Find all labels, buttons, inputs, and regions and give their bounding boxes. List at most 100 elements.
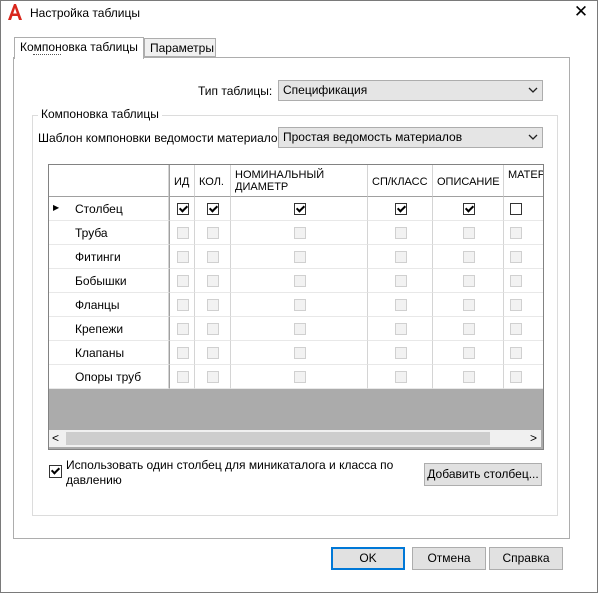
layout-grid[interactable]: ИД КОЛ. НОМИНАЛЬНЫЙ ДИАМЕТР СП/КЛАСС ОПИСАНИ… [48,164,544,450]
cell-checkbox [395,323,407,335]
close-icon[interactable]: ✕ [570,1,592,23]
cell-checkbox [463,323,475,335]
row-header[interactable]: Опоры труб [49,365,169,389]
row-header[interactable]: Труба [49,221,169,245]
row-header[interactable]: Фитинги [49,245,169,269]
grid-cell [231,245,368,269]
row-header[interactable]: Бобышки [49,269,169,293]
cell-checkbox [510,251,522,263]
grid-cell [169,317,195,341]
cell-checkbox [177,275,189,287]
grid-cell [504,341,543,365]
row-header[interactable]: Столбец [49,197,169,221]
cell-checkbox[interactable] [177,203,189,215]
cell-checkbox [510,347,522,359]
grid-cell [231,293,368,317]
grid-cell [433,221,504,245]
cell-checkbox [177,299,189,311]
single-column-label: Использовать один столбец для миникатало… [66,458,393,488]
cell-checkbox [395,299,407,311]
cell-checkbox [510,227,522,239]
cell-checkbox[interactable] [463,203,475,215]
row-header[interactable]: Фланцы [49,293,169,317]
cell-checkbox [463,347,475,359]
grid-cell [504,293,543,317]
grid-cell [231,269,368,293]
cell-checkbox [177,323,189,335]
cell-checkbox [294,251,306,263]
scroll-left-icon[interactable]: < [52,431,59,445]
cell-checkbox [207,299,219,311]
cell-checkbox [207,227,219,239]
cell-checkbox [395,251,407,263]
column-header[interactable]: ИД [169,165,195,197]
grid-cell [368,197,433,221]
cell-checkbox [207,371,219,383]
grid-cell [231,365,368,389]
tab-parameters[interactable]: Параметры [144,38,216,57]
grid-cell [433,341,504,365]
cell-checkbox [177,347,189,359]
help-button[interactable]: Справка [489,547,563,570]
grid-cell [169,341,195,365]
scrollbar-thumb[interactable] [66,432,490,445]
grid-cell [231,341,368,365]
column-header[interactable]: КОЛ. [195,165,231,197]
grid-cell [504,197,543,221]
cell-checkbox [294,299,306,311]
group-title: Компоновка таблицы [38,107,162,121]
cell-checkbox [510,275,522,287]
grid-cell [231,221,368,245]
column-header[interactable]: МАТЕРИАЛ [504,165,543,197]
grid-cell [169,269,195,293]
table-type-select[interactable]: Спецификация [278,80,543,101]
grid-cell [231,317,368,341]
template-label: Шаблон компоновки ведомости материалов: [38,131,288,145]
template-select[interactable]: Простая ведомость материалов [278,127,543,148]
cell-checkbox [395,347,407,359]
cell-checkbox [510,299,522,311]
ok-button[interactable]: OK [331,547,405,570]
cell-checkbox [294,347,306,359]
cell-checkbox [510,323,522,335]
column-header[interactable]: СП/КЛАСС [368,165,433,197]
cell-checkbox[interactable] [395,203,407,215]
row-header[interactable]: Крепежи [49,317,169,341]
cell-checkbox [294,323,306,335]
row-header[interactable]: Клапаны [49,341,169,365]
column-header[interactable]: НОМИНАЛЬНЫЙ ДИАМЕТР [231,165,368,197]
grid-cell [195,293,231,317]
column-header[interactable]: ОПИСАНИЕ [433,165,504,197]
table-type-value: Спецификация [283,83,368,97]
table-type-label: Тип таблицы: [198,84,273,98]
chevron-down-icon [528,82,538,101]
grid-cell [195,341,231,365]
grid-cell [195,197,231,221]
cell-checkbox [395,227,407,239]
cell-checkbox [294,227,306,239]
option-label-line2: давлению [66,473,122,487]
cell-checkbox[interactable] [294,203,306,215]
cell-checkbox [463,371,475,383]
scroll-right-icon[interactable]: > [530,431,537,445]
grid-corner [49,165,169,197]
grid-cell [368,341,433,365]
grid-cell [169,197,195,221]
cell-checkbox[interactable] [510,203,522,215]
grid-cell [368,245,433,269]
cell-checkbox [177,371,189,383]
template-value: Простая ведомость материалов [283,130,463,144]
add-column-button[interactable]: Добавить столбец... [424,463,542,486]
single-column-checkbox[interactable] [49,465,62,478]
cancel-button[interactable]: Отмена [412,547,486,570]
grid-cell [231,197,368,221]
cell-checkbox [463,227,475,239]
grid-cell [368,317,433,341]
grid-cell [504,269,543,293]
grid-cell [368,221,433,245]
grid-cell [195,245,231,269]
cell-checkbox[interactable] [207,203,219,215]
cell-checkbox [207,251,219,263]
autocad-logo-icon [8,4,22,20]
cell-checkbox [207,275,219,287]
